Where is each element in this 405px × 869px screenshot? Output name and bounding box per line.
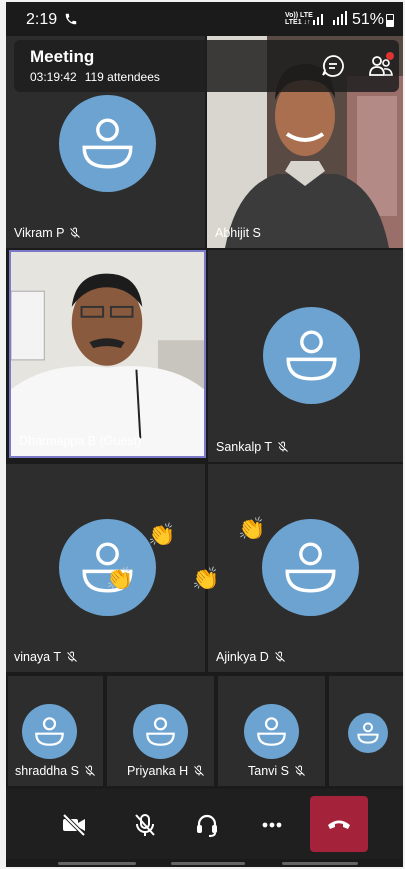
participant-name: Vikram P (14, 226, 65, 240)
participant-name: Tanvi S (248, 764, 289, 778)
status-bar: 2:19 Vo)) LTE LTE1 ↓↑ 51% (6, 2, 403, 36)
teams-meeting-screen: 2:19 Vo)) LTE LTE1 ↓↑ 51% Vikram P Abhij… (6, 2, 403, 867)
participant-tile[interactable]: shraddha S (8, 676, 103, 786)
mic-off-icon (295, 765, 305, 776)
clap-reaction-icon: 👏 (238, 516, 266, 541)
chat-icon[interactable] (320, 53, 346, 79)
meeting-header: Meeting 03:19:42 119 attendees (14, 40, 399, 92)
mic-off-icon (67, 651, 77, 662)
participant-tile[interactable]: Priyanka H (107, 676, 214, 786)
person-icon (357, 722, 379, 744)
person-icon (82, 118, 133, 169)
meeting-duration: 03:19:42 (30, 70, 77, 84)
participant-name-row: shraddha S (15, 764, 96, 778)
attendee-count: 119 attendees (84, 70, 160, 84)
clap-reaction-icon: 👏 (192, 566, 220, 591)
participant-name-row: Vikram P (14, 226, 81, 240)
avatar (263, 307, 360, 404)
headset-icon (197, 814, 217, 837)
avatar (59, 95, 156, 192)
mic-off-icon (194, 765, 204, 776)
participant-name: Ajinkya D (216, 650, 269, 664)
more-options-button[interactable] (254, 807, 290, 843)
meeting-meta: 03:19:42 119 attendees (30, 70, 160, 84)
person-icon (286, 330, 337, 381)
people-icon[interactable] (366, 51, 396, 81)
avatar (244, 704, 299, 759)
avatar (262, 519, 359, 616)
battery-icon (386, 14, 394, 27)
signal-bars-icon (313, 11, 347, 25)
person-icon (285, 542, 336, 593)
nav-bar-indicator (58, 862, 136, 865)
participant-name: Sankalp T (216, 440, 273, 454)
network-indicator: Vo)) LTE LTE1 ↓↑ (285, 12, 313, 26)
participant-tile-active-speaker[interactable]: Dharmappa B (Guest) (9, 250, 206, 458)
participant-video (11, 252, 204, 456)
audio-device-button[interactable] (189, 807, 225, 843)
mic-off-icon (70, 227, 81, 238)
person-icon (35, 717, 64, 746)
participant-name: Abhijit S (215, 226, 261, 240)
status-time: 2:19 (26, 11, 58, 28)
clap-reaction-icon: 👏 (106, 566, 134, 591)
nav-bar-indicator (171, 862, 245, 865)
meeting-title: Meeting (30, 47, 95, 66)
participant-tile[interactable]: Sankalp T (208, 250, 403, 462)
participant-tile-partial[interactable] (329, 676, 403, 786)
notification-dot (386, 52, 394, 60)
nav-bar-indicator (282, 862, 358, 865)
camera-off-icon (62, 813, 86, 837)
mic-off-icon (278, 441, 288, 452)
phone-icon (65, 13, 77, 25)
participant-name-row: Dharmappa B (Guest) (19, 434, 141, 448)
participant-name-row: Ajinkya D (216, 650, 286, 664)
more-icon (262, 822, 282, 828)
mic-off-icon (85, 765, 95, 776)
hang-up-icon (328, 820, 350, 829)
hang-up-button[interactable] (310, 796, 368, 852)
battery-level: 51% (352, 11, 385, 28)
participant-name-row: Priyanka H (127, 764, 205, 778)
avatar (22, 704, 77, 759)
call-controls (6, 789, 403, 859)
participant-name-row: Sankalp T (216, 440, 289, 454)
participant-name: Dharmappa B (Guest) (19, 434, 142, 448)
camera-toggle-button[interactable] (56, 807, 92, 843)
participant-name-row: vinaya T (14, 650, 78, 664)
participant-name-row: Tanvi S (248, 764, 306, 778)
avatar (133, 704, 188, 759)
participant-tile[interactable]: Tanvi S (218, 676, 325, 786)
participant-name: shraddha S (15, 764, 79, 778)
clap-reaction-icon: 👏 (148, 522, 176, 547)
person-icon (146, 717, 175, 746)
mic-toggle-button[interactable] (127, 807, 163, 843)
person-icon (257, 717, 286, 746)
participant-name: vinaya T (14, 650, 62, 664)
participant-name: Priyanka H (127, 764, 189, 778)
participant-name-row: Abhijit S (215, 226, 261, 240)
mic-off-icon (135, 814, 155, 836)
avatar (348, 713, 388, 753)
participant-tile[interactable]: Ajinkya D (208, 464, 403, 672)
mic-off-icon (274, 651, 285, 662)
